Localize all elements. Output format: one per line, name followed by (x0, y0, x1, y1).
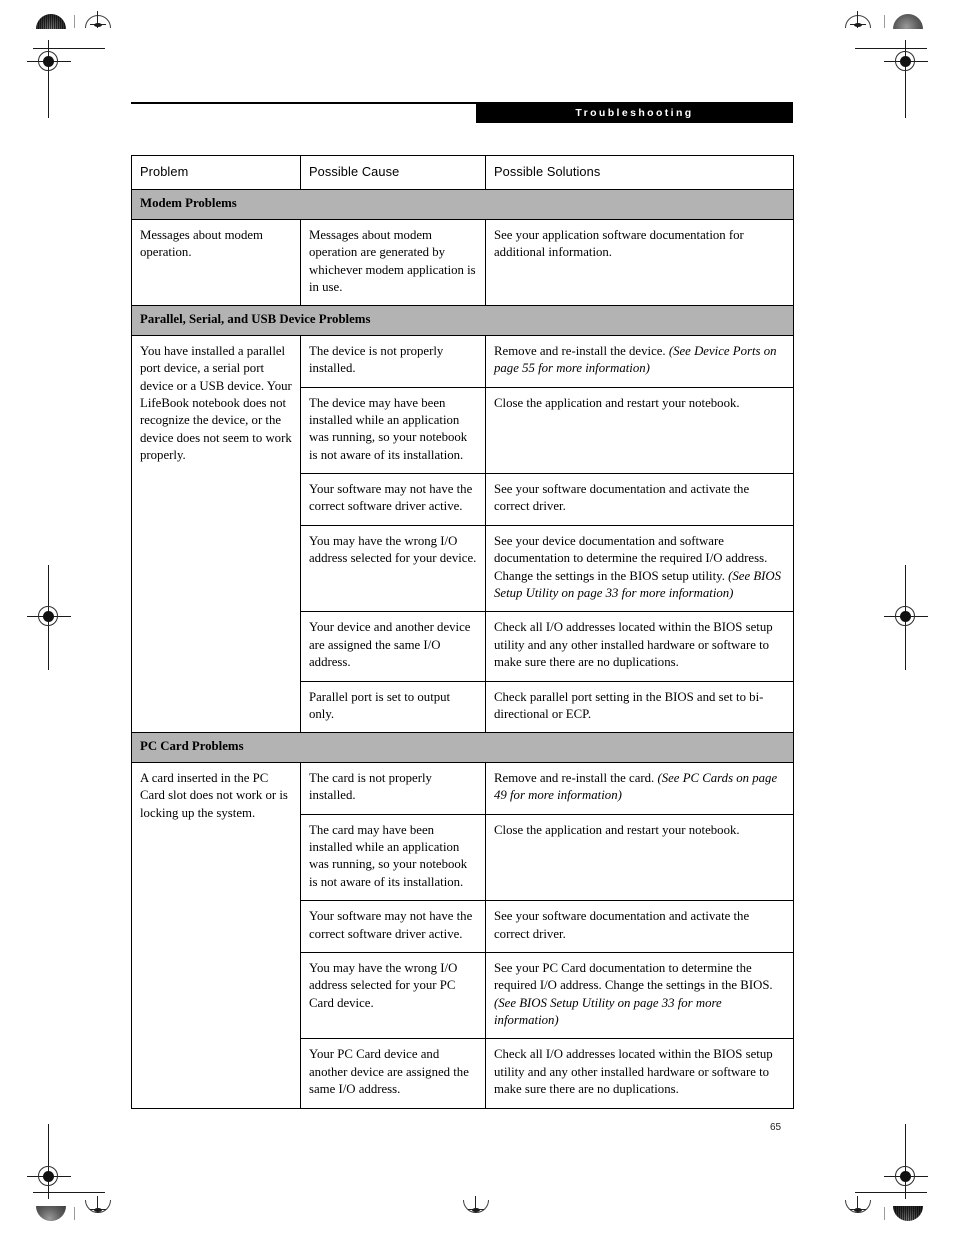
registration-target-top-right (884, 40, 928, 84)
mark-separator (74, 15, 75, 28)
cell-possible-solution: See your software documentation and acti… (485, 473, 794, 526)
solution-text: See your device documentation and softwa… (494, 533, 768, 583)
cell-possible-solution: Check parallel port setting in the BIOS … (485, 680, 794, 734)
solution-text: Check parallel port setting in the BIOS … (494, 689, 764, 721)
table-row: A card inserted in the PC Card slot does… (131, 761, 794, 1109)
cell-possible-solution: See your PC Card documentation to determ… (485, 951, 794, 1040)
cell-possible-cause: The card may have been installed while a… (300, 813, 486, 902)
registration-tail-middle-right (905, 565, 906, 597)
cell-possible-solution: Close the application and restart your n… (485, 386, 794, 475)
section-title: Parallel, Serial, and USB Device Problem… (131, 305, 794, 336)
section-header-row: Parallel, Serial, and USB Device Problem… (131, 305, 794, 336)
cell-possible-cause: Messages about modem operation are gener… (300, 218, 486, 307)
color-bar-mark-bottom-right (893, 1206, 923, 1221)
registration-tail-middle-right-lower (905, 638, 906, 670)
solution-text: Check all I/O addresses located within t… (494, 1047, 773, 1097)
cell-problem: You have installed a parallel port devic… (131, 334, 301, 734)
running-head-tab: Troubleshooting (476, 103, 793, 123)
cell-possible-solution: See your application software documentat… (485, 218, 794, 307)
cell-possible-solution: Remove and re-install the device. (See D… (485, 334, 794, 388)
solution-text: Remove and re-install the device. (494, 343, 666, 358)
cell-possible-cause: Your software may not have the correct s… (300, 473, 486, 526)
column-header-solutions: Possible Solutions (485, 154, 794, 191)
mark-separator (884, 15, 885, 28)
cell-possible-solution: Check all I/O addresses located within t… (485, 611, 794, 682)
section-title: Modem Problems (131, 189, 794, 220)
registration-tail-top-left (48, 84, 49, 118)
solution-text: See your software documentation and acti… (494, 482, 750, 514)
cell-possible-solution: Close the application and restart your n… (485, 813, 794, 902)
mark-separator (884, 1207, 885, 1220)
cell-possible-cause: The device may have been installed while… (300, 386, 486, 475)
column-header-cause: Possible Cause (300, 154, 486, 191)
arc-registration-mark-bottom-center (463, 1196, 489, 1213)
arc-registration-mark-top-right (845, 11, 871, 28)
solution-text: See your software documentation and acti… (494, 909, 750, 941)
cell-possible-solution: Remove and re-install the card. (See PC … (485, 761, 794, 815)
cell-possible-cause: Parallel port is set to output only. (300, 680, 486, 734)
registration-tail-middle-left-lower (48, 638, 49, 670)
registration-target-middle-right (884, 595, 928, 639)
registration-target-middle-left (27, 595, 71, 639)
solution-text: Remove and re-install the card. (494, 770, 655, 785)
mark-separator (74, 1207, 75, 1220)
cell-possible-solution: Check all I/O addresses located within t… (485, 1038, 794, 1109)
solution-text: Close the application and restart your n… (494, 822, 740, 837)
solution-text: Close the application and restart your n… (494, 395, 740, 410)
cell-possible-cause: Your software may not have the correct s… (300, 900, 486, 953)
arc-registration-mark-bottom-left (85, 1196, 111, 1213)
registration-tail-middle-left (48, 565, 49, 597)
arc-registration-mark-top-left (85, 11, 111, 28)
cell-possible-cause: You may have the wrong I/O address selec… (300, 951, 486, 1040)
section-title: PC Card Problems (131, 732, 794, 763)
troubleshooting-table: Problem Possible Cause Possible Solution… (131, 154, 794, 1109)
page-number: 65 (770, 1122, 782, 1133)
trim-rule-bottom-right (855, 1192, 927, 1193)
registration-tail-bottom-right (905, 1124, 906, 1157)
trim-rule-bottom-left (33, 1192, 105, 1193)
registration-tail-bottom-left (48, 1124, 49, 1157)
cell-problem: A card inserted in the PC Card slot does… (131, 761, 301, 1109)
color-bar-mark-top-right (893, 14, 923, 29)
cell-possible-solution: See your software documentation and acti… (485, 900, 794, 953)
table-row: Messages about modem operation. Messages … (131, 218, 794, 307)
solution-text: Check all I/O addresses located within t… (494, 620, 773, 670)
cell-possible-cause: You may have the wrong I/O address selec… (300, 524, 486, 613)
running-head-label: Troubleshooting (575, 107, 694, 119)
registration-tail-top-right (905, 84, 906, 118)
cell-possible-cause: Your device and another device are assig… (300, 611, 486, 682)
color-bar-mark-top-left (36, 14, 66, 29)
registration-target-top-left (27, 40, 71, 84)
cell-problem: Messages about modem operation. (131, 218, 301, 307)
cell-possible-cause: The device is not properly installed. (300, 334, 486, 388)
table-row: You have installed a parallel port devic… (131, 334, 794, 734)
section-header-row: Modem Problems (131, 189, 794, 220)
table-body: Modem Problems Messages about modem opera… (131, 189, 794, 1109)
arc-registration-mark-bottom-right (845, 1196, 871, 1213)
cell-possible-cause: Your PC Card device and another device a… (300, 1038, 486, 1109)
solution-cross-reference: (See BIOS Setup Utility on page 33 for m… (494, 995, 722, 1028)
cell-possible-solution: See your device documentation and softwa… (485, 524, 794, 613)
solution-text: See your PC Card documentation to determ… (494, 960, 773, 993)
column-header-problem: Problem (131, 154, 301, 191)
solution-text: See your application software documentat… (494, 227, 744, 260)
cell-possible-cause: The card is not properly installed. (300, 761, 486, 815)
section-header-row: PC Card Problems (131, 732, 794, 763)
table-header-row: Problem Possible Cause Possible Solution… (131, 154, 794, 191)
table-header: Problem Possible Cause Possible Solution… (131, 154, 794, 191)
color-bar-mark-bottom-left (36, 1206, 66, 1221)
